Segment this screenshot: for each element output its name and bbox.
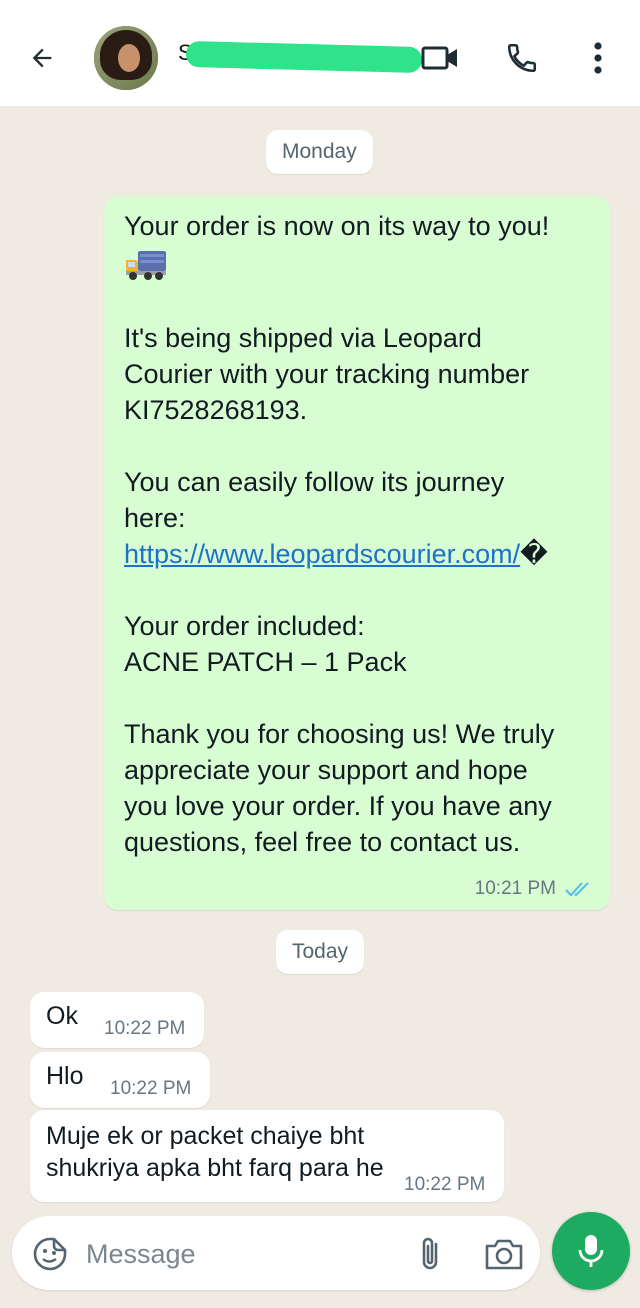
- more-vert-icon: [594, 42, 602, 74]
- message-line: you love your order. If you have any: [124, 791, 552, 821]
- tracking-number: KI7528268193.: [124, 395, 308, 425]
- message-line: Thank you for choosing us! We truly: [124, 719, 555, 749]
- message-line: questions, feel free to contact us.: [124, 827, 521, 857]
- message-text: Ok: [46, 1002, 78, 1030]
- date-chip: Monday: [266, 130, 373, 174]
- avatar[interactable]: [94, 26, 158, 90]
- attach-icon[interactable]: [412, 1234, 452, 1274]
- date-chip: Today: [276, 930, 365, 974]
- voice-call-button[interactable]: [500, 36, 544, 80]
- outgoing-message[interactable]: Your order is now on its way to you! It'…: [104, 196, 610, 910]
- message-line: here:: [124, 503, 186, 533]
- incoming-message[interactable]: Ok 10:22 PM: [30, 992, 204, 1048]
- sticker-emoji-icon[interactable]: [32, 1236, 68, 1272]
- camera-icon[interactable]: [482, 1234, 526, 1274]
- message-composer: [12, 1216, 540, 1290]
- delivery-truck-icon: [126, 251, 166, 280]
- chat-area[interactable]: Monday Your order is now on its way to y…: [0, 106, 640, 1206]
- link-line: https://www.leopardscourier.com/�: [124, 536, 590, 572]
- video-call-button[interactable]: [418, 36, 462, 80]
- message-input[interactable]: [86, 1236, 386, 1272]
- chat-header: Sa: [0, 0, 640, 106]
- back-arrow-icon: [32, 48, 52, 68]
- message-line: Courier with your tracking number: [124, 359, 530, 389]
- microphone-icon: [578, 1235, 604, 1267]
- more-options-button[interactable]: [576, 36, 620, 80]
- back-button[interactable]: [22, 38, 62, 78]
- message-line: appreciate your support and hope: [124, 755, 528, 785]
- voice-record-button[interactable]: [552, 1212, 630, 1290]
- message-line: Your order included:: [124, 611, 365, 641]
- tracking-link[interactable]: https://www.leopardscourier.com/: [124, 539, 520, 569]
- message-time: 10:22 PM: [404, 1174, 486, 1195]
- message-time: 10:21 PM: [474, 878, 556, 899]
- message-text: Hlo: [46, 1062, 84, 1090]
- incoming-message[interactable]: Hlo 10:22 PM: [30, 1052, 210, 1108]
- read-ticks-icon: [565, 882, 589, 897]
- message-text: Muje ek or packet chaiye bht shukriya ap…: [46, 1122, 384, 1182]
- message-time: 10:22 PM: [110, 1078, 192, 1099]
- message-line: It's being shipped via Leopard: [124, 323, 482, 353]
- message-line: You can easily follow its journey: [124, 467, 505, 497]
- phone-icon: [507, 43, 537, 73]
- order-item: ACNE PATCH – 1 Pack: [124, 647, 407, 677]
- video-call-icon: [421, 46, 457, 70]
- incoming-message[interactable]: Muje ek or packet chaiye bht shukriya ap…: [30, 1110, 504, 1202]
- message-time: 10:22 PM: [104, 1018, 186, 1039]
- message-line: Your order is now on its way to you!: [124, 211, 550, 241]
- message-meta: 10:21 PM: [475, 878, 594, 900]
- unknown-char: �: [520, 539, 548, 569]
